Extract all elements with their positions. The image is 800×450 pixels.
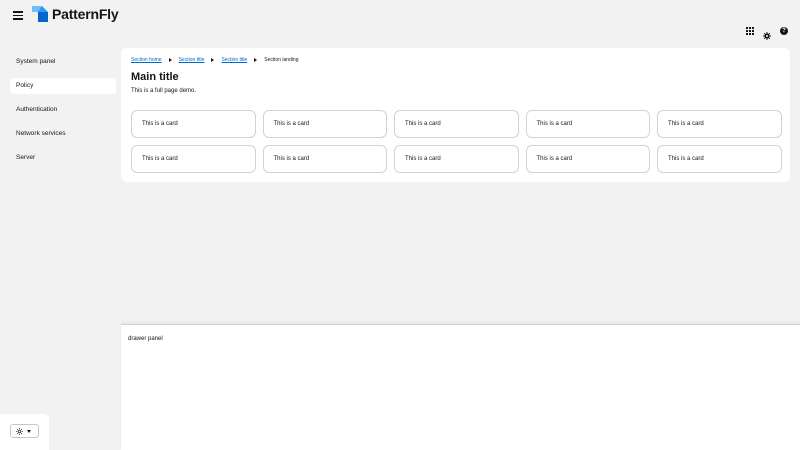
theme-switcher-dropdown[interactable] bbox=[10, 424, 39, 438]
app-launcher-button[interactable] bbox=[746, 27, 754, 35]
breadcrumb-current: Section landing bbox=[264, 57, 299, 63]
brand-name: PatternFly bbox=[52, 6, 119, 22]
sun-icon bbox=[16, 427, 23, 435]
main-content: Section home Section title Section title Se… bbox=[121, 48, 790, 182]
breadcrumb-separator-icon bbox=[254, 58, 258, 62]
nav-toggle-button[interactable] bbox=[12, 9, 24, 21]
sidebar-item-policy[interactable]: Policy bbox=[10, 78, 116, 94]
card: This is a card bbox=[262, 145, 387, 173]
settings-button[interactable] bbox=[763, 27, 771, 40]
card: This is a card bbox=[394, 145, 519, 173]
page-title: Main title bbox=[131, 71, 179, 83]
drawer-panel: drawer panel bbox=[121, 324, 800, 450]
sidebar-nav: System panel Policy Authentication Network … bbox=[0, 44, 121, 450]
card: This is a card bbox=[525, 110, 650, 138]
breadcrumb-separator-icon bbox=[168, 58, 172, 62]
help-icon: ? bbox=[780, 27, 788, 35]
brand-logo[interactable]: PatternFly bbox=[32, 6, 119, 22]
theme-panel bbox=[0, 414, 49, 450]
breadcrumb-link[interactable]: Section home bbox=[131, 57, 162, 63]
breadcrumb: Section home Section title Section title Se… bbox=[131, 57, 299, 63]
card: This is a card bbox=[262, 110, 387, 138]
sidebar-item-authentication[interactable]: Authentication bbox=[10, 102, 116, 118]
gear-icon bbox=[763, 32, 771, 40]
sidebar-item-system-panel[interactable]: System panel bbox=[10, 54, 116, 70]
drawer-panel-text: drawer panel bbox=[128, 336, 163, 342]
breadcrumb-link[interactable]: Section title bbox=[179, 57, 205, 63]
page-description: This is a full page demo. bbox=[131, 88, 197, 94]
card: This is a card bbox=[131, 110, 256, 138]
card: This is a card bbox=[525, 145, 650, 173]
card: This is a card bbox=[657, 110, 782, 138]
patternfly-logo-icon bbox=[32, 6, 48, 22]
card: This is a card bbox=[394, 110, 519, 138]
masthead: PatternFly ? bbox=[0, 0, 800, 44]
sidebar-item-server[interactable]: Server bbox=[10, 150, 116, 166]
card: This is a card bbox=[657, 145, 782, 173]
caret-down-icon bbox=[27, 429, 31, 433]
breadcrumb-link[interactable]: Section title bbox=[221, 57, 247, 63]
card-gallery: This is a card This is a card This is a ca… bbox=[131, 110, 782, 173]
grid-icon bbox=[746, 27, 754, 35]
card: This is a card bbox=[131, 145, 256, 173]
help-button[interactable]: ? bbox=[780, 27, 788, 35]
breadcrumb-separator-icon bbox=[211, 58, 215, 62]
sidebar-item-network-services[interactable]: Network services bbox=[10, 126, 116, 142]
masthead-toolbar: ? bbox=[746, 27, 788, 40]
